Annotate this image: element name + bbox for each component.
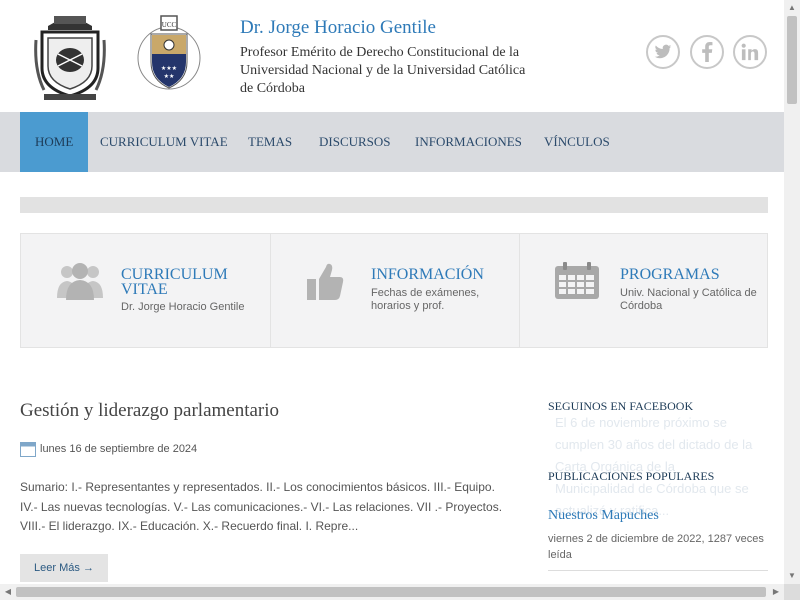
thumbs-up-icon	[305, 262, 345, 307]
post-date: lunes 16 de septiembre de 2024	[40, 443, 198, 455]
feature-description: Univ. Nacional y Católica de Córdoba	[620, 287, 757, 312]
svg-text:★★: ★★	[164, 73, 175, 80]
scroll-down-icon[interactable]: ▼	[784, 568, 800, 584]
popular-heading: PUBLICACIONES POPULARES	[548, 469, 715, 483]
popular-post-meta: viernes 2 de diciembre de 2022, 1287 vec…	[548, 533, 764, 561]
divider-bar	[20, 197, 768, 213]
site-header: UCC ★★★ ★★ Dr. Jorge Horacio Gentile Pro…	[0, 0, 784, 112]
nav-item-home[interactable]: HOME	[20, 112, 89, 172]
feature-boxes: CURRICULUM VITAE Dr. Jorge Horacio Genti…	[20, 233, 768, 348]
vertical-scroll-thumb[interactable]	[787, 16, 797, 104]
feature-description: Dr. Jorge Horacio Gentile	[121, 301, 245, 313]
feature-description: Fechas de exámenes, horarios y prof.	[371, 287, 480, 312]
ucc-logo-text: UCC	[162, 21, 177, 29]
feature-curriculum[interactable]: CURRICULUM VITAE Dr. Jorge Horacio Genti…	[21, 234, 270, 347]
feature-programas[interactable]: PROGRAMAS Univ. Nacional y Católica de C…	[519, 234, 767, 347]
nav-item-temas[interactable]: TEMAS	[248, 112, 292, 172]
feature-title: PROGRAMAS	[620, 266, 720, 283]
ucc-seal-logo[interactable]: UCC ★★★ ★★	[135, 10, 203, 102]
feature-title: CURRICULUM VITAE	[121, 266, 228, 298]
scroll-left-icon[interactable]: ◀	[0, 584, 16, 600]
nav-item-discursos[interactable]: DISCURSOS	[319, 112, 391, 172]
horizontal-scroll-thumb[interactable]	[16, 587, 766, 597]
post-excerpt: Sumario: I.- Representantes y representa…	[20, 480, 503, 533]
twitter-button[interactable]	[646, 35, 680, 69]
twitter-icon	[654, 44, 672, 59]
vertical-scrollbar[interactable]: ▲ ▼	[784, 0, 800, 584]
linkedin-icon	[741, 43, 759, 61]
calendar-small-icon	[20, 441, 36, 462]
nav-item-curriculum-vitae[interactable]: CURRICULUM VITAE	[100, 112, 228, 172]
feature-informacion[interactable]: INFORMACIÓN Fechas de exámenes, horarios…	[270, 234, 519, 347]
site-subtitle: Profesor Emérito de Derecho Constitucion…	[240, 45, 526, 96]
horizontal-scrollbar[interactable]: ◀ ▶	[0, 584, 784, 600]
divider	[548, 570, 768, 571]
scroll-up-icon[interactable]: ▲	[784, 0, 800, 16]
site-title[interactable]: Dr. Jorge Horacio Gentile	[240, 17, 436, 39]
nav-item-informaciones[interactable]: INFORMACIONES	[415, 112, 522, 172]
facebook-widget-text: El 6 de noviembre próximo se cumplen 30 …	[555, 415, 753, 518]
unc-coat-of-arms-logo[interactable]	[34, 10, 106, 102]
feature-title: INFORMACIÓN	[371, 266, 484, 283]
read-more-button[interactable]: Leer Más →	[20, 554, 108, 582]
scrollbar-corner	[784, 584, 800, 600]
facebook-heading: SEGUINOS EN FACEBOOK	[548, 399, 694, 413]
calendar-icon	[554, 262, 600, 305]
facebook-button[interactable]	[690, 35, 724, 69]
nav-item-vinculos[interactable]: VÍNCULOS	[544, 112, 610, 172]
scroll-right-icon[interactable]: ▶	[768, 584, 784, 600]
popular-post-link[interactable]: Nuestros Mapuches	[548, 508, 659, 524]
main-nav: HOME CURRICULUM VITAE TEMAS DISCURSOS IN…	[0, 112, 784, 172]
svg-text:★★★: ★★★	[161, 65, 177, 72]
linkedin-button[interactable]	[733, 35, 767, 69]
facebook-icon	[702, 42, 713, 62]
people-icon	[55, 262, 105, 305]
post-title[interactable]: Gestión y liderazgo parlamentario	[20, 400, 279, 422]
